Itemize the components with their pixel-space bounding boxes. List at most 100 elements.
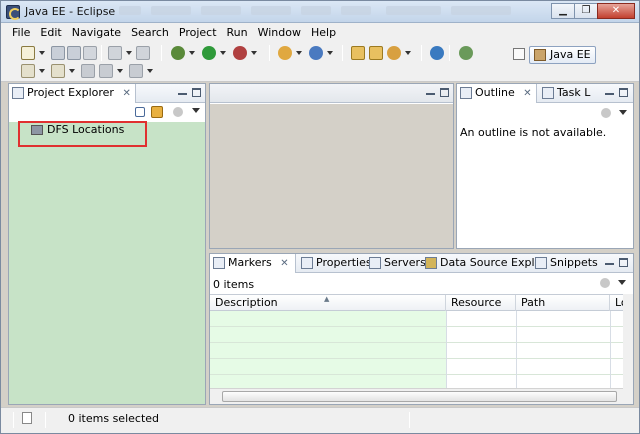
back-dropdown-icon[interactable] bbox=[117, 69, 123, 73]
new-web-service-dropdown-icon[interactable] bbox=[327, 51, 333, 55]
focus-task-icon[interactable] bbox=[601, 108, 611, 118]
new-server-dropdown-icon[interactable] bbox=[296, 51, 302, 55]
open-type-icon[interactable] bbox=[351, 46, 365, 60]
build-dropdown-icon[interactable] bbox=[126, 51, 132, 55]
servers-icon bbox=[369, 257, 381, 269]
outline-message: An outline is not available. bbox=[460, 126, 607, 139]
markers-horizontal-scrollbar[interactable] bbox=[210, 388, 623, 404]
tab-outline[interactable]: Outline ✕ bbox=[457, 84, 537, 103]
scrollbar-thumb[interactable] bbox=[222, 391, 617, 402]
new-server-icon[interactable] bbox=[278, 46, 292, 60]
external-tools-dropdown-icon[interactable] bbox=[251, 51, 257, 55]
close-tab-icon[interactable]: ✕ bbox=[523, 85, 531, 103]
maximize-view-icon[interactable] bbox=[192, 88, 201, 97]
close-button[interactable]: ✕ bbox=[597, 3, 635, 19]
tab-snippets[interactable]: Snippets bbox=[532, 254, 602, 273]
terminal-icon[interactable] bbox=[136, 46, 150, 60]
new-dropdown-icon[interactable] bbox=[39, 51, 45, 55]
view-menu-icon[interactable] bbox=[618, 280, 626, 285]
last-edit-icon[interactable] bbox=[81, 64, 95, 78]
menu-edit[interactable]: Edit bbox=[35, 26, 66, 39]
save-all-icon[interactable] bbox=[67, 46, 81, 60]
new-fast-view-icon[interactable] bbox=[22, 412, 32, 424]
eclipse-window: Java EE - Eclipse ▁ ❐ ✕ File Edit Naviga… bbox=[0, 0, 640, 434]
maximize-button[interactable]: ❐ bbox=[574, 3, 598, 19]
window-controls: ▁ ❐ ✕ bbox=[551, 3, 635, 19]
open-perspective-icon[interactable] bbox=[513, 48, 525, 60]
maximize-view-icon[interactable] bbox=[619, 258, 628, 267]
back-icon[interactable] bbox=[99, 64, 113, 78]
restore-icon: ❐ bbox=[581, 5, 591, 16]
menu-run[interactable]: Run bbox=[222, 26, 253, 39]
close-tab-icon[interactable]: ✕ bbox=[122, 85, 130, 103]
previous-annotation-dropdown-icon[interactable] bbox=[69, 69, 75, 73]
view-menu-icon[interactable] bbox=[619, 110, 627, 115]
close-tab-icon[interactable]: ✕ bbox=[280, 255, 288, 273]
next-annotation-dropdown-icon[interactable] bbox=[39, 69, 45, 73]
menu-project[interactable]: Project bbox=[174, 26, 222, 39]
minimize-view-icon[interactable] bbox=[178, 88, 187, 95]
build-icon[interactable] bbox=[108, 46, 122, 60]
toolbar-separator bbox=[449, 45, 450, 61]
tab-task-list[interactable]: Task L bbox=[539, 84, 594, 103]
background-title-placeholder bbox=[119, 6, 141, 15]
status-bar: 0 items selected bbox=[1, 407, 639, 433]
link-with-editor-icon[interactable] bbox=[151, 106, 163, 118]
minimize-editor-icon[interactable] bbox=[426, 88, 435, 95]
new-web-service-icon[interactable] bbox=[309, 46, 323, 60]
menu-search[interactable]: Search bbox=[126, 26, 174, 39]
forward-icon[interactable] bbox=[129, 64, 143, 78]
minimize-button[interactable]: ▁ bbox=[551, 3, 575, 19]
project-explorer-tab-label: Project Explorer bbox=[27, 86, 114, 99]
tab-data-source-explorer[interactable]: Data Source Explo bbox=[422, 254, 545, 273]
debug-dropdown-icon[interactable] bbox=[189, 51, 195, 55]
menu-file[interactable]: File bbox=[7, 26, 35, 39]
run-dropdown-icon[interactable] bbox=[220, 51, 226, 55]
minimize-view-icon[interactable] bbox=[605, 88, 614, 95]
editor-header bbox=[210, 84, 453, 103]
tab-properties[interactable]: Properties bbox=[298, 254, 376, 273]
external-tools-icon[interactable] bbox=[233, 46, 247, 60]
maximize-view-icon[interactable] bbox=[619, 88, 628, 97]
tab-project-explorer[interactable]: Project Explorer ✕ bbox=[9, 84, 136, 103]
column-path[interactable]: Path bbox=[516, 295, 610, 311]
view-menu-icon[interactable] bbox=[192, 108, 200, 113]
save-icon[interactable] bbox=[51, 46, 65, 60]
search-web-icon[interactable] bbox=[459, 46, 473, 60]
tab-markers[interactable]: Markers ✕ bbox=[210, 254, 296, 273]
data-source-icon bbox=[425, 257, 437, 269]
java-ee-perspective-icon bbox=[534, 49, 546, 61]
focus-task-icon[interactable] bbox=[173, 107, 183, 117]
open-task-icon[interactable] bbox=[387, 46, 401, 60]
menu-help[interactable]: Help bbox=[306, 26, 341, 39]
run-icon[interactable] bbox=[202, 46, 216, 60]
markers-vertical-scrollbar[interactable] bbox=[623, 294, 633, 404]
focus-task-icon[interactable] bbox=[600, 278, 610, 288]
print-icon[interactable] bbox=[83, 46, 97, 60]
column-resource[interactable]: Resource bbox=[446, 295, 516, 311]
table-row-line bbox=[210, 374, 623, 375]
project-explorer-tree[interactable] bbox=[9, 104, 205, 404]
tab-servers[interactable]: Servers bbox=[366, 254, 430, 273]
open-task-dropdown-icon[interactable] bbox=[405, 51, 411, 55]
toolbar-separator bbox=[342, 45, 343, 61]
menu-navigate[interactable]: Navigate bbox=[67, 26, 126, 39]
forward-dropdown-icon[interactable] bbox=[147, 69, 153, 73]
menu-window[interactable]: Window bbox=[253, 26, 306, 39]
title-bar[interactable]: Java EE - Eclipse ▁ ❐ ✕ bbox=[1, 1, 639, 23]
project-explorer-toolbar bbox=[9, 104, 205, 122]
previous-annotation-icon[interactable] bbox=[51, 64, 65, 78]
open-folder-icon[interactable] bbox=[369, 46, 383, 60]
debug-icon[interactable] bbox=[171, 46, 185, 60]
annotation-icon[interactable] bbox=[21, 64, 35, 78]
new-icon[interactable] bbox=[21, 46, 35, 60]
minimize-view-icon[interactable] bbox=[605, 258, 614, 265]
minimize-icon: ▁ bbox=[559, 5, 567, 16]
maximize-editor-icon[interactable] bbox=[440, 88, 449, 97]
collapse-all-icon[interactable] bbox=[135, 107, 145, 117]
web-browser-icon[interactable] bbox=[430, 46, 444, 60]
task-list-tab-label: Task L bbox=[557, 86, 591, 99]
java-ee-perspective-button[interactable]: Java EE bbox=[529, 46, 596, 64]
editor-empty-area bbox=[210, 104, 453, 248]
table-row-line bbox=[210, 358, 623, 359]
